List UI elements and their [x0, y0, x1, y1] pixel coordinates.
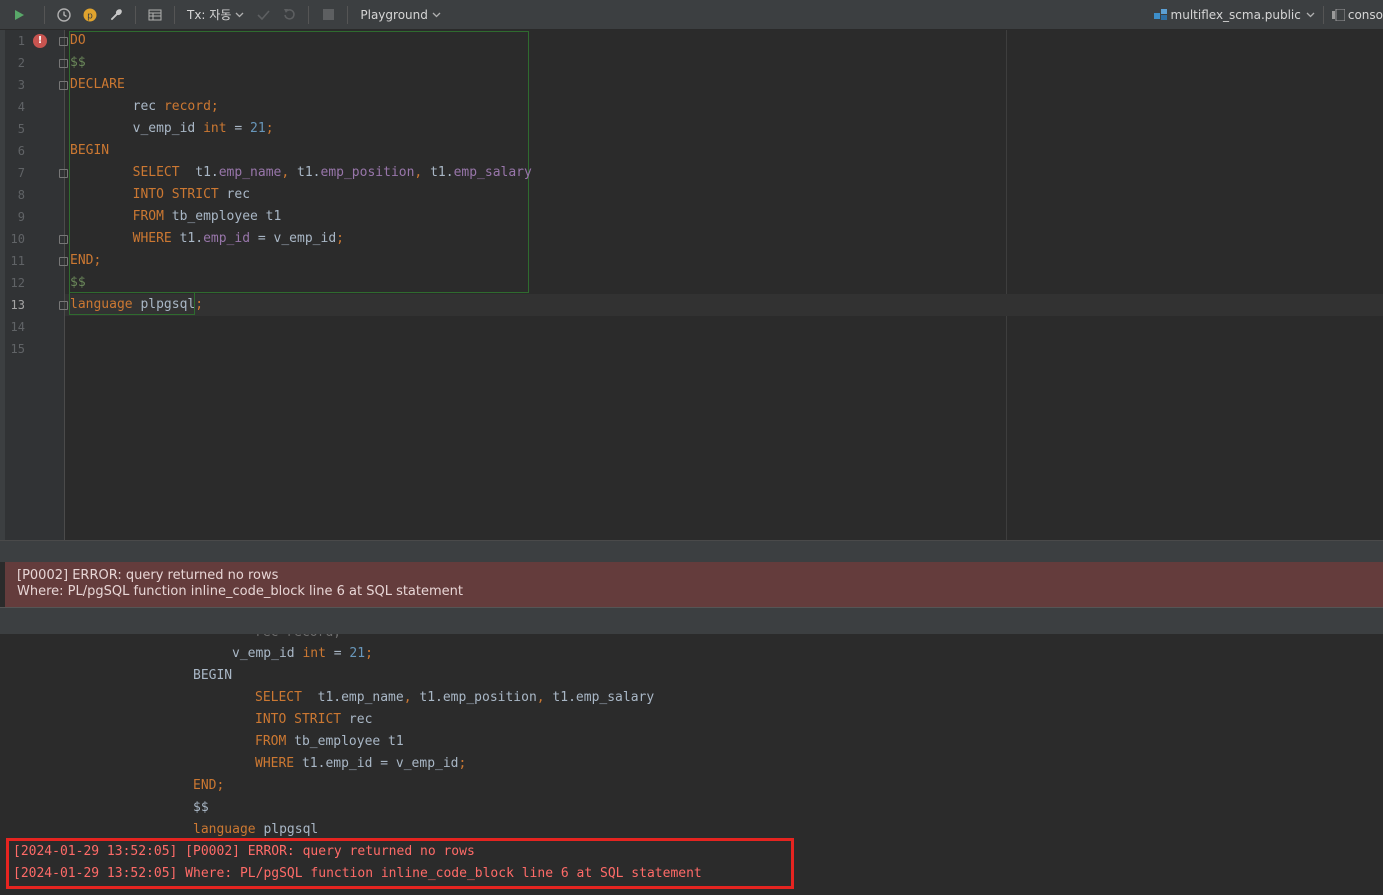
- chevron-down-icon: [235, 12, 244, 17]
- sql-editor[interactable]: ! 1 2 3 4 5 6 7 8 9 10 11 12 13 14 15 DO…: [0, 30, 1383, 540]
- console-line: v_emp_id int = 21;: [232, 646, 373, 661]
- schema-label: multiflex_scma.public: [1170, 8, 1301, 22]
- line-number: 6: [17, 144, 25, 158]
- history-icon[interactable]: [51, 0, 77, 30]
- console-line: BEGIN: [193, 668, 233, 683]
- console-selector[interactable]: conso: [1326, 8, 1383, 22]
- toolbar-separator: [174, 5, 175, 24]
- line-number: 15: [10, 342, 25, 356]
- error-message: [P0002] ERROR: query returned no rows: [17, 568, 279, 583]
- fold-marker-icon[interactable]: [59, 59, 68, 68]
- console-icon: [1331, 9, 1345, 21]
- gutter-border: [64, 30, 65, 540]
- line-number: 2: [17, 56, 25, 70]
- toolbar-separator: [308, 5, 310, 24]
- fold-marker-icon[interactable]: [59, 81, 68, 90]
- code-line: DO: [70, 33, 86, 48]
- code-line: FROM tb_employee t1: [132, 209, 282, 224]
- console-label: conso: [1347, 8, 1383, 22]
- fold-marker-icon[interactable]: [59, 257, 68, 266]
- code-line: rec record;: [132, 99, 219, 114]
- tx-mode-label: Tx: 자동: [187, 8, 232, 22]
- right-margin-guide: [1006, 30, 1007, 540]
- line-number: 14: [10, 320, 25, 334]
- code-line: language plpgsql;: [70, 297, 204, 312]
- wrench-icon[interactable]: [103, 0, 129, 30]
- highlight-box: [6, 838, 794, 889]
- chevron-down-icon: [432, 12, 441, 17]
- schema-icon: [1153, 9, 1167, 20]
- code-line: $$: [70, 55, 86, 70]
- code-line: WHERE t1.emp_id = v_emp_id;: [132, 231, 344, 246]
- line-number: 12: [10, 276, 25, 290]
- error-location: Where: PL/pgSQL function inline_code_blo…: [17, 584, 463, 599]
- code-line: $$: [70, 275, 86, 290]
- line-number: 7: [17, 166, 25, 180]
- schema-selector[interactable]: multiflex_scma.public: [1148, 8, 1321, 22]
- tx-mode-dropdown[interactable]: Tx: 자동: [181, 6, 250, 23]
- line-number: 4: [17, 100, 25, 114]
- commit-check-icon[interactable]: [250, 0, 276, 30]
- table-icon[interactable]: [142, 0, 168, 30]
- console-line: $$: [193, 800, 209, 815]
- fold-marker-icon[interactable]: [59, 169, 68, 178]
- line-number: 3: [17, 78, 25, 92]
- run-icon[interactable]: [0, 0, 38, 30]
- toolbar-separator: [347, 5, 349, 24]
- line-number: 1: [17, 34, 25, 48]
- code-line: BEGIN: [70, 143, 110, 158]
- fold-marker-icon[interactable]: [59, 235, 68, 244]
- profile-icon[interactable]: p: [77, 0, 103, 30]
- code-line: DECLARE: [70, 77, 125, 92]
- toolbar-separator: [44, 5, 45, 24]
- fold-marker-icon[interactable]: [59, 301, 68, 310]
- playground-dropdown[interactable]: Playground: [354, 8, 446, 22]
- code-line: INTO STRICT rec: [132, 187, 251, 202]
- console-line: WHERE t1.emp_id = v_emp_id;: [255, 756, 467, 771]
- fold-marker-icon[interactable]: [59, 37, 68, 46]
- rollback-icon[interactable]: [276, 0, 302, 30]
- error-notification-panel: [P0002] ERROR: query returned no rows Wh…: [5, 562, 1383, 607]
- console-header: [0, 607, 1383, 634]
- editor-results-divider[interactable]: [0, 540, 1383, 562]
- console-line: INTO STRICT rec: [255, 712, 373, 727]
- playground-label: Playground: [360, 7, 428, 22]
- code-line: END;: [70, 253, 102, 268]
- error-marker-icon[interactable]: !: [33, 34, 47, 48]
- toolbar: p Tx: 자동 Playground multiflex_scma.publi…: [0, 0, 1383, 30]
- line-number: 8: [17, 188, 25, 202]
- chevron-down-icon: [1306, 12, 1315, 18]
- toolbar-right: multiflex_scma.public conso: [1148, 0, 1383, 30]
- line-number: 9: [17, 210, 25, 224]
- console-line: END;: [193, 778, 225, 793]
- toolbar-separator: [1322, 6, 1324, 24]
- svg-text:p: p: [87, 11, 93, 21]
- code-line: v_emp_id int = 21;: [132, 121, 274, 136]
- line-number: 11: [10, 254, 25, 268]
- console-line: FROM tb_employee t1: [255, 734, 404, 749]
- current-line-highlight: [65, 294, 1383, 316]
- toolbar-separator: [135, 5, 136, 24]
- console-line: SELECT t1.emp_name, t1.emp_position, t1.…: [255, 690, 655, 705]
- line-number-current: 13: [10, 298, 25, 312]
- code-line: SELECT t1.emp_name, t1.emp_position, t1.…: [132, 165, 532, 180]
- line-number: 5: [17, 122, 25, 136]
- stop-icon[interactable]: [315, 0, 341, 30]
- line-number: 10: [10, 232, 25, 246]
